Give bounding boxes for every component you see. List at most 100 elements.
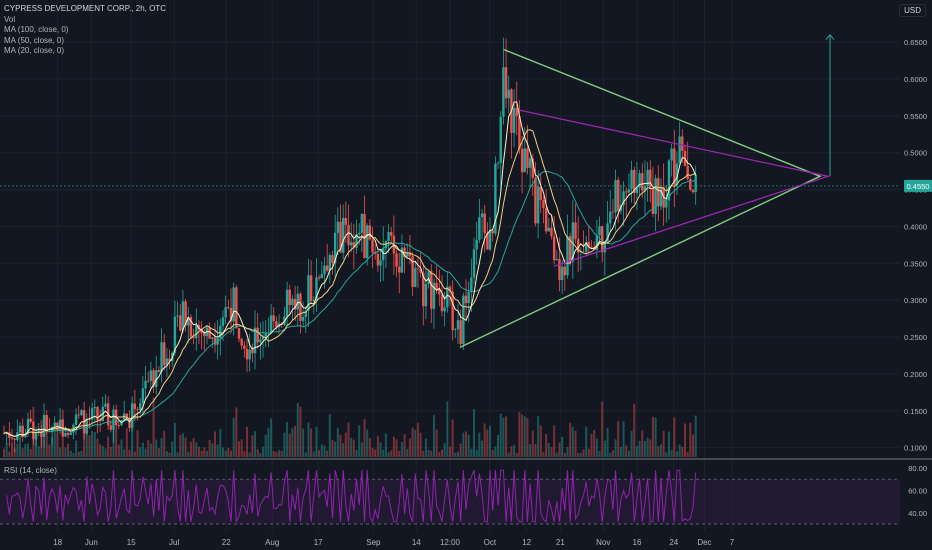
y-tick-label: 0.5000 [904, 149, 927, 158]
indicator-vol[interactable]: Vol [4, 15, 166, 26]
candle-body [454, 329, 457, 331]
candle-body [414, 268, 417, 287]
volume-bar [115, 430, 118, 457]
volume-bar [331, 439, 334, 457]
indicator-ma20[interactable]: MA (20, close, 0) [4, 46, 166, 57]
y-tick-label: 0.5500 [904, 112, 927, 121]
indicator-ma50[interactable]: MA (50, close, 0) [4, 36, 166, 47]
volume-bar [59, 447, 62, 457]
volume-bar [278, 450, 281, 457]
volume-bar [459, 443, 462, 457]
candle-body [259, 339, 262, 343]
candle-body [654, 178, 657, 214]
volume-bar [555, 452, 558, 457]
volume-bar [606, 428, 609, 457]
volume-bar [101, 446, 104, 457]
chart-legend: CYPRESS DEVELOPMENT CORP., 2h, OTC Vol M… [4, 4, 166, 57]
volume-bar [601, 401, 604, 457]
volume-bar [478, 432, 481, 457]
currency-badge[interactable]: USD [899, 4, 926, 17]
volume-bar [422, 450, 425, 457]
volume-bar [24, 444, 27, 457]
volume-bar [651, 417, 654, 457]
volume-bar [109, 446, 112, 457]
indicator-ma100[interactable]: MA (100, close, 0) [4, 25, 166, 36]
volume-bar [251, 435, 254, 457]
volume-bar [646, 437, 649, 457]
volume-bar [168, 452, 171, 457]
chart-canvas[interactable]: 18 Jun 15 Jul 22 Aug 17 Sep 14 12:00 Oct 12 21 Nov 16 2… [0, 0, 932, 550]
candle-body [478, 217, 481, 240]
volume-bar [363, 419, 366, 457]
volume-bar [312, 451, 315, 457]
volume-bar [665, 452, 668, 457]
candle-body [641, 173, 644, 191]
volume-bar [657, 446, 660, 457]
volume-bar [280, 450, 283, 457]
volume-bar [262, 446, 265, 457]
candle-body [435, 282, 438, 289]
candle-body [547, 227, 550, 232]
volume-bar [424, 438, 427, 457]
candle-body [320, 274, 323, 279]
volume-bar [667, 431, 670, 457]
volume-bar [438, 451, 441, 457]
candle-body [141, 388, 145, 404]
volume-bar [355, 449, 358, 457]
candle-body [379, 260, 382, 266]
volume-bar [395, 439, 398, 457]
candle-body [665, 200, 668, 208]
volume-bar [435, 429, 438, 457]
volume-bar [320, 444, 323, 457]
volume-bar [120, 439, 123, 457]
volume-bar [272, 450, 275, 457]
candle-body [563, 266, 567, 276]
x-tick-label: Dec [697, 538, 711, 547]
volume-bar [77, 451, 80, 457]
candle-body [382, 248, 385, 261]
volume-bar [649, 439, 652, 457]
candle-body [58, 419, 62, 431]
volume-bar [221, 447, 224, 457]
candle-body [430, 271, 433, 309]
candle-body [269, 315, 273, 333]
volume-bar [117, 444, 120, 457]
volume-bar [577, 452, 580, 457]
candle-body [470, 277, 473, 292]
volume-bar [358, 425, 361, 457]
volume-bar [670, 450, 673, 457]
rsi-label[interactable]: RSI (14, close) [4, 466, 57, 475]
volume-bar [104, 448, 107, 457]
volume-bar [179, 434, 182, 457]
candle-body [371, 239, 374, 253]
candle-body [480, 213, 484, 218]
volume-bar [510, 446, 513, 457]
volume-bar [678, 444, 681, 457]
candle-body [160, 342, 163, 372]
volume-bar [398, 450, 401, 457]
candle-body [601, 226, 604, 253]
candle-body [179, 315, 182, 331]
candle-body [357, 232, 361, 235]
volume-bar [48, 444, 51, 457]
volume-bar [342, 443, 345, 457]
x-tick-label: 21 [556, 538, 565, 547]
volume-bar [513, 444, 516, 457]
volume-bar [336, 427, 339, 457]
y-tick-label: 0.2000 [904, 370, 927, 379]
volume-bar [93, 431, 96, 457]
volume-bar [61, 409, 64, 457]
volume-bar [240, 439, 243, 457]
volume-bar [107, 436, 110, 457]
y-tick-label: 0.1000 [904, 444, 927, 453]
candle-body [464, 295, 468, 304]
candle-body [456, 320, 460, 330]
volume-bar [267, 428, 270, 457]
volume-bar [553, 425, 556, 457]
volume-bar [659, 444, 662, 457]
volume-bar [643, 440, 646, 457]
candle-body [176, 315, 179, 317]
volume-bar [550, 447, 553, 457]
volume-bar [465, 431, 468, 457]
candle-body [10, 437, 14, 439]
